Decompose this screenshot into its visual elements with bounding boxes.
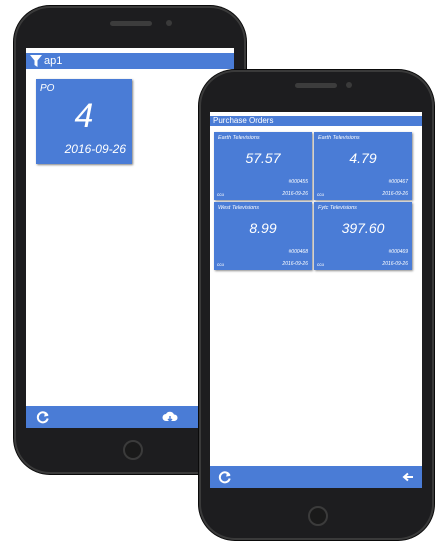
po-date: 2016-09-26 xyxy=(64,142,126,156)
order-amount: 8.99 xyxy=(249,220,277,236)
filter-icon[interactable] xyxy=(30,55,42,67)
vendor-name: West Televisions xyxy=(218,205,259,211)
po-label: PO xyxy=(40,83,55,94)
home-button[interactable] xyxy=(123,440,143,460)
order-code: ccu xyxy=(317,262,325,267)
refresh-icon[interactable] xyxy=(36,410,50,424)
filter-label: ap1 xyxy=(44,55,63,67)
page-title: Purchase Orders xyxy=(210,116,422,126)
po-tile[interactable]: PO 4 2016-09-26 xyxy=(36,79,132,164)
order-amount: 397.60 xyxy=(341,220,385,236)
phone-front: Purchase Orders Earth Televisions 57.57 … xyxy=(199,70,434,540)
camera xyxy=(166,20,172,26)
speaker xyxy=(295,83,337,88)
order-date: 2016-09-26 xyxy=(282,191,308,197)
order-date: 2016-09-26 xyxy=(282,261,308,267)
cloud-sync-icon[interactable] xyxy=(162,410,178,424)
order-card[interactable]: Earth Televisions 57.57 #000455 ccu 2016… xyxy=(214,132,312,200)
order-number: #000469 xyxy=(388,249,408,255)
order-card[interactable]: Fytc Televisions 397.60 #000469 ccu 2016… xyxy=(314,202,412,270)
front-screen: Purchase Orders Earth Televisions 57.57 … xyxy=(210,112,422,488)
order-date: 2016-09-26 xyxy=(382,261,408,267)
vendor-name: Fytc Televisions xyxy=(318,205,357,211)
order-card[interactable]: Earth Televisions 4.79 #000467 ccu 2016-… xyxy=(314,132,412,200)
refresh-icon[interactable] xyxy=(218,470,232,484)
order-date: 2016-09-26 xyxy=(382,191,408,197)
order-code: ccu xyxy=(317,192,325,197)
order-amount: 4.79 xyxy=(349,150,377,166)
vendor-name: Earth Televisions xyxy=(318,135,360,141)
vendor-name: Earth Televisions xyxy=(218,135,260,141)
order-code: ccu xyxy=(217,192,225,197)
order-code: ccu xyxy=(217,262,225,267)
speaker xyxy=(110,21,152,26)
filter-bar[interactable]: ap1 xyxy=(26,53,234,69)
order-amount: 57.57 xyxy=(245,150,281,166)
camera xyxy=(346,82,352,88)
po-count: 4 xyxy=(74,97,94,135)
front-bottom-bar xyxy=(210,466,422,488)
home-button[interactable] xyxy=(308,506,328,526)
back-arrow-icon[interactable] xyxy=(402,471,414,483)
order-number: #000455 xyxy=(288,179,308,185)
order-number: #000468 xyxy=(288,249,308,255)
order-number: #000467 xyxy=(388,179,408,185)
order-card[interactable]: West Televisions 8.99 #000468 ccu 2016-0… xyxy=(214,202,312,270)
